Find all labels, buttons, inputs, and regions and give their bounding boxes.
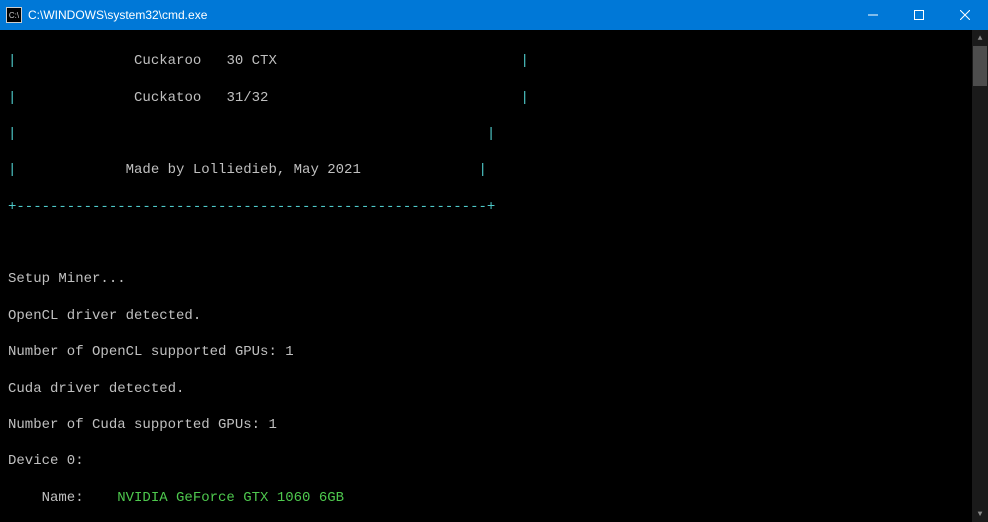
blank bbox=[8, 234, 980, 252]
minimize-icon bbox=[868, 10, 878, 20]
divider-line: +---------------------------------------… bbox=[8, 198, 980, 216]
cuda-gpus: Number of Cuda supported GPUs: 1 bbox=[8, 416, 980, 434]
maximize-button[interactable] bbox=[896, 0, 942, 30]
header-line: | Cuckatoo 31/32 | bbox=[8, 89, 980, 107]
opencl-detected: OpenCL driver detected. bbox=[8, 307, 980, 325]
header-line: | | bbox=[8, 125, 980, 143]
close-button[interactable] bbox=[942, 0, 988, 30]
maximize-icon bbox=[914, 10, 924, 20]
minimize-button[interactable] bbox=[850, 0, 896, 30]
close-icon bbox=[960, 10, 970, 20]
device-name: Name: NVIDIA GeForce GTX 1060 6GB bbox=[8, 489, 980, 507]
window-title: C:\WINDOWS\system32\cmd.exe bbox=[28, 8, 850, 22]
cmd-icon: C:\ bbox=[6, 7, 22, 23]
scrollbar-thumb[interactable] bbox=[973, 46, 987, 86]
console-output: | Cuckaroo 30 CTX | | Cuckatoo 31/32 | |… bbox=[0, 30, 988, 522]
device-header: Device 0: bbox=[8, 452, 980, 470]
credits-line: | Made by Lolliedieb, May 2021 | bbox=[8, 161, 980, 179]
window-controls bbox=[850, 0, 988, 30]
scroll-up-arrow[interactable]: ▲ bbox=[972, 30, 988, 46]
scroll-down-arrow[interactable]: ▼ bbox=[972, 506, 988, 522]
cuda-detected: Cuda driver detected. bbox=[8, 380, 980, 398]
setup-title: Setup Miner... bbox=[8, 270, 980, 288]
opencl-gpus: Number of OpenCL supported GPUs: 1 bbox=[8, 343, 980, 361]
window-titlebar: C:\ C:\WINDOWS\system32\cmd.exe bbox=[0, 0, 988, 30]
scrollbar[interactable]: ▲ ▼ bbox=[972, 30, 988, 522]
header-line: | Cuckaroo 30 CTX | bbox=[8, 52, 980, 70]
